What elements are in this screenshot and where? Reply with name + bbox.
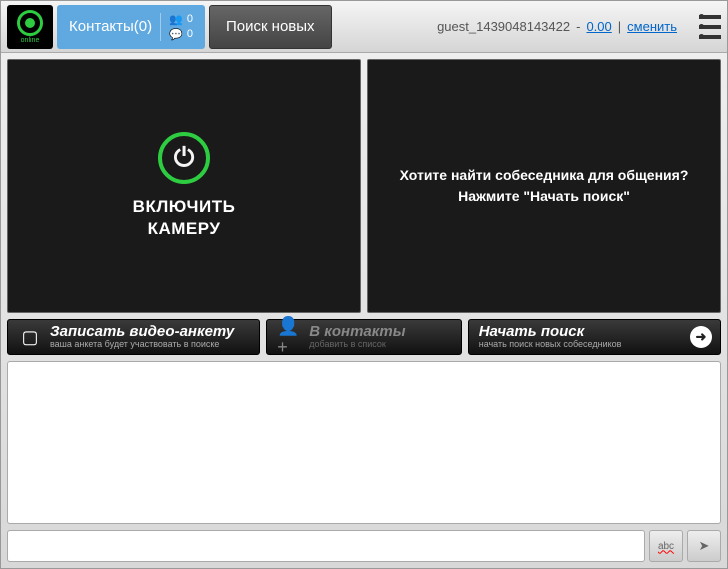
eye-icon bbox=[17, 10, 43, 36]
arrow-right-icon: ➜ bbox=[690, 326, 712, 348]
start-search-button[interactable]: Начать поиск начать поиск новых собеседн… bbox=[468, 319, 721, 355]
chat-log bbox=[7, 361, 721, 524]
user-info: guest_1439048143422 - 0.00 | сменить bbox=[437, 15, 721, 39]
local-video-panel: ⏻ ВКЛЮЧИТЬ КАМЕРУ bbox=[7, 59, 361, 313]
menu-icon[interactable] bbox=[691, 15, 721, 39]
start-search-sub: начать поиск новых собеседников bbox=[479, 340, 622, 350]
enable-camera-button[interactable]: ⏻ bbox=[158, 132, 210, 184]
enable-camera-label: ВКЛЮЧИТЬ КАМЕРУ bbox=[133, 196, 236, 240]
send-icon: ➤ bbox=[699, 538, 710, 554]
sep: - bbox=[576, 19, 580, 34]
record-profile-button[interactable]: ▢ Записать видео-анкету ваша анкета буде… bbox=[7, 319, 260, 355]
contacts-label: Контакты(0) bbox=[69, 18, 152, 35]
record-title: Записать видео-анкету bbox=[50, 324, 234, 341]
start-search-title: Начать поиск bbox=[479, 324, 622, 341]
remote-video-panel: Хотите найти собеседника для общения? На… bbox=[367, 59, 721, 313]
record-icon: ▢ bbox=[18, 325, 42, 349]
spellcheck-icon: abc bbox=[658, 541, 674, 552]
logo-status: online bbox=[21, 37, 40, 44]
spellcheck-button[interactable]: abc bbox=[649, 530, 683, 562]
logo[interactable]: online bbox=[7, 5, 53, 49]
add-contact-sub: добавить в список bbox=[309, 340, 405, 350]
search-prompt-text: Хотите найти собеседника для общения? На… bbox=[380, 165, 709, 207]
add-contact-title: В контакты bbox=[309, 324, 405, 341]
people-icon: 👥 bbox=[169, 13, 183, 26]
username: guest_1439048143422 bbox=[437, 19, 570, 34]
record-sub: ваша анкета будет участвовать в поиске bbox=[50, 340, 234, 350]
video-area: ⏻ ВКЛЮЧИТЬ КАМЕРУ Хотите найти собеседни… bbox=[1, 53, 727, 319]
action-bar: ▢ Записать видео-анкету ваша анкета буде… bbox=[1, 319, 727, 361]
contacts-counts: 👥 0 💬 0 bbox=[160, 13, 193, 41]
change-user-link[interactable]: сменить bbox=[627, 19, 677, 34]
people-count: 0 bbox=[187, 13, 193, 25]
send-button[interactable]: ➤ bbox=[687, 530, 721, 562]
add-contact-button: 👤+ В контакты добавить в список bbox=[266, 319, 461, 355]
message-count: 0 bbox=[187, 28, 193, 40]
power-icon: ⏻ bbox=[174, 142, 195, 174]
sep: | bbox=[618, 19, 621, 34]
app-window: online Контакты(0) 👥 0 💬 0 Поиск новых g… bbox=[0, 0, 728, 569]
input-bar: abc ➤ bbox=[1, 530, 727, 568]
header-bar: online Контакты(0) 👥 0 💬 0 Поиск новых g… bbox=[1, 1, 727, 53]
add-user-icon: 👤+ bbox=[277, 325, 301, 349]
chat-input[interactable] bbox=[7, 530, 645, 562]
search-new-button[interactable]: Поиск новых bbox=[209, 5, 332, 49]
chat-icon: 💬 bbox=[169, 28, 183, 41]
contacts-button[interactable]: Контакты(0) 👥 0 💬 0 bbox=[57, 5, 205, 49]
balance-link[interactable]: 0.00 bbox=[586, 19, 611, 34]
